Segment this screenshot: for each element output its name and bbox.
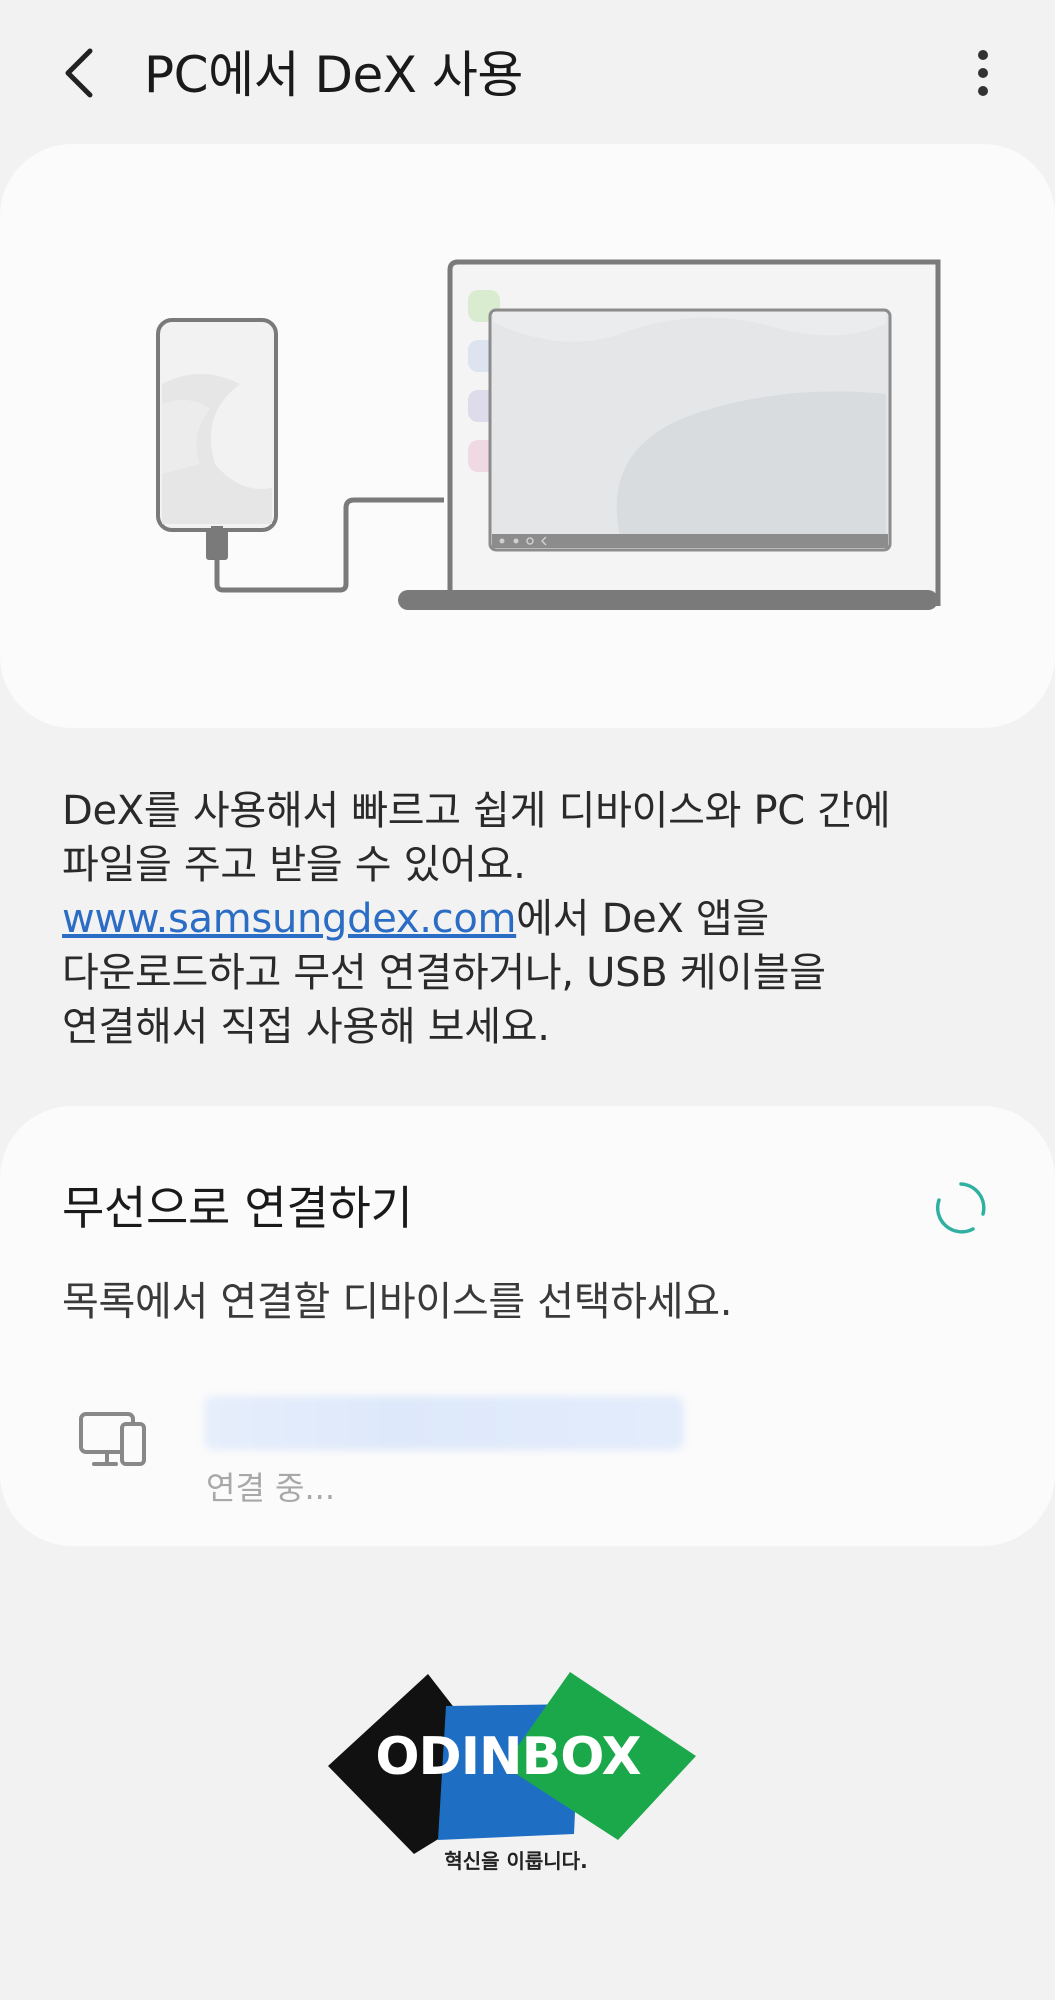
device-status: 연결 중...	[206, 1469, 336, 1507]
wireless-subtitle: 목록에서 연결할 디바이스를 선택하세요.	[62, 1279, 733, 1325]
monitor-phone-icon	[79, 1412, 146, 1466]
description-line: www.samsungdex.com에서 DeX 앱을	[62, 892, 1022, 946]
description-line: 파일을 주고 받을 수 있어요.	[62, 842, 526, 888]
more-options-button[interactable]	[953, 38, 1013, 108]
device-name-redacted	[204, 1396, 684, 1450]
svg-text:혁신을 이룹니다.: 혁신을 이룹니다.	[444, 1849, 587, 1873]
description-line: DeX를 사용해서 빠르고 쉽게 디바이스와 PC 간에	[62, 788, 891, 834]
back-button[interactable]	[48, 38, 112, 108]
dex-description: DeX를 사용해서 빠르고 쉽게 디바이스와 PC 간에 파일을 주고 받을 수…	[62, 784, 1022, 1054]
phone-to-laptop-dex-illustration	[156, 259, 941, 610]
app-header: PC에서 DeX 사용	[0, 0, 1055, 150]
illustration-card	[0, 144, 1055, 728]
page-title: PC에서 DeX 사용	[144, 46, 523, 104]
loading-spinner-icon	[935, 1182, 986, 1234]
samsungdex-link[interactable]: www.samsungdex.com	[62, 896, 516, 942]
wireless-title: 무선으로 연결하기	[62, 1181, 413, 1235]
odinbox-logo: ODINBOX 혁신을 이룹니다.	[328, 1672, 696, 1873]
wireless-connection-card: 무선으로 연결하기 목록에서 연결할 디바이스를 선택하세요. 연결 중...	[0, 1106, 1055, 1546]
svg-text:ODINBOX: ODINBOX	[375, 1727, 641, 1787]
chevron-left-icon	[65, 48, 93, 98]
description-line: 다운로드하고 무선 연결하거나, USB 케이블을	[62, 950, 826, 996]
device-list-item[interactable]: 연결 중...	[0, 1382, 1055, 1522]
description-line: 연결해서 직접 사용해 보세요.	[62, 1004, 550, 1050]
more-vertical-icon	[978, 50, 988, 96]
description-text: 에서 DeX 앱을	[516, 896, 769, 942]
